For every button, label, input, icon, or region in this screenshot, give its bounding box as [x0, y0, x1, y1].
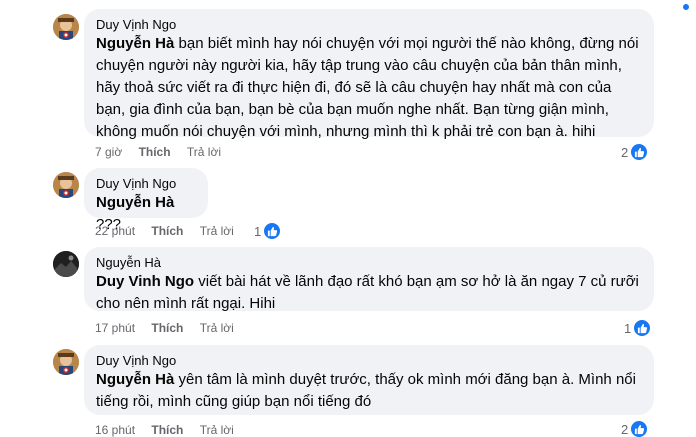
comment-meta: 17 phút Thích Trả lời	[95, 320, 234, 336]
unread-indicator	[683, 4, 689, 10]
thumbs-up-icon	[633, 319, 652, 337]
reaction-count[interactable]: 2	[621, 419, 649, 437]
mention-link[interactable]: Nguyễn Hà	[96, 35, 174, 52]
avatar-captain-america-icon	[53, 349, 79, 375]
avatar[interactable]	[53, 349, 79, 375]
reaction-count[interactable]: 2	[621, 142, 649, 162]
like-button[interactable]: Thích	[151, 422, 183, 437]
mention-link[interactable]: Nguyễn Hà	[96, 194, 174, 211]
thumbs-up-icon	[630, 143, 649, 161]
avatar[interactable]	[53, 251, 79, 277]
comment-body: bạn biết mình hay nói chuyện với mọi ngư…	[96, 35, 639, 140]
comment-author[interactable]: Duy Vịnh Ngo	[96, 175, 196, 192]
comment-body: yên tâm là mình duyệt trước, thấy ok mìn…	[96, 371, 636, 410]
comment-text: Nguyễn Hà yên tâm là mình duyệt trước, t…	[96, 369, 642, 413]
comment-bubble: Duy Vịnh Ngo Nguyễn Hà bạn biết mình hay…	[84, 9, 654, 140]
comment-time[interactable]: 22 phút	[95, 223, 135, 239]
reply-button[interactable]: Trả lời	[200, 223, 234, 239]
reaction-count[interactable]: 1	[254, 221, 282, 241]
avatar[interactable]	[53, 14, 79, 40]
comment-bubble: Nguyễn Hà Duy Vinh Ngo viết bài hát về l…	[84, 247, 654, 312]
reply-button[interactable]: Trả lời	[200, 422, 234, 437]
reply-button[interactable]: Trả lời	[200, 320, 234, 336]
avatar-captain-america-icon	[53, 14, 79, 40]
mention-link[interactable]: Duy Vinh Ngo	[96, 273, 194, 290]
comment-time[interactable]: 16 phút	[95, 422, 135, 437]
reaction-number: 1	[254, 223, 262, 239]
reaction-number: 2	[621, 144, 629, 160]
reaction-number: 2	[621, 421, 629, 437]
thumbs-up-icon	[263, 222, 282, 240]
comment-author[interactable]: Duy Vịnh Ngo	[96, 16, 642, 33]
comment-meta: 22 phút Thích Trả lời	[95, 223, 234, 239]
reaction-number: 1	[624, 320, 632, 336]
avatar-captain-america-icon	[53, 172, 79, 198]
comment-bubble: Duy Vịnh Ngo Nguyễn Hà yên tâm là mình d…	[84, 345, 654, 415]
avatar[interactable]	[53, 172, 79, 198]
thumbs-up-icon	[630, 420, 649, 437]
avatar-dark-photo-icon	[53, 251, 79, 277]
comment-meta: 7 giờ Thích Trả lời	[95, 144, 221, 160]
comment-time[interactable]: 7 giờ	[95, 144, 122, 160]
like-button[interactable]: Thích	[151, 223, 183, 239]
comment-author[interactable]: Nguyễn Hà	[96, 254, 642, 271]
comment-text: Nguyễn Hà bạn biết mình hay nói chuyện v…	[96, 33, 642, 143]
like-button[interactable]: Thích	[151, 320, 183, 336]
mention-link[interactable]: Nguyễn Hà	[96, 371, 174, 388]
comment-meta: 16 phút Thích Trả lời	[95, 422, 234, 437]
like-button[interactable]: Thích	[139, 144, 171, 160]
comment-bubble: Duy Vịnh Ngo Nguyễn Hà ???	[84, 168, 208, 233]
reply-button[interactable]: Trả lời	[187, 144, 221, 160]
comment-text: Duy Vinh Ngo viết bài hát về lãnh đạo rấ…	[96, 271, 642, 315]
reaction-count[interactable]: 1	[624, 318, 652, 338]
comment-author[interactable]: Duy Vịnh Ngo	[96, 352, 642, 369]
comment-time[interactable]: 17 phút	[95, 320, 135, 336]
